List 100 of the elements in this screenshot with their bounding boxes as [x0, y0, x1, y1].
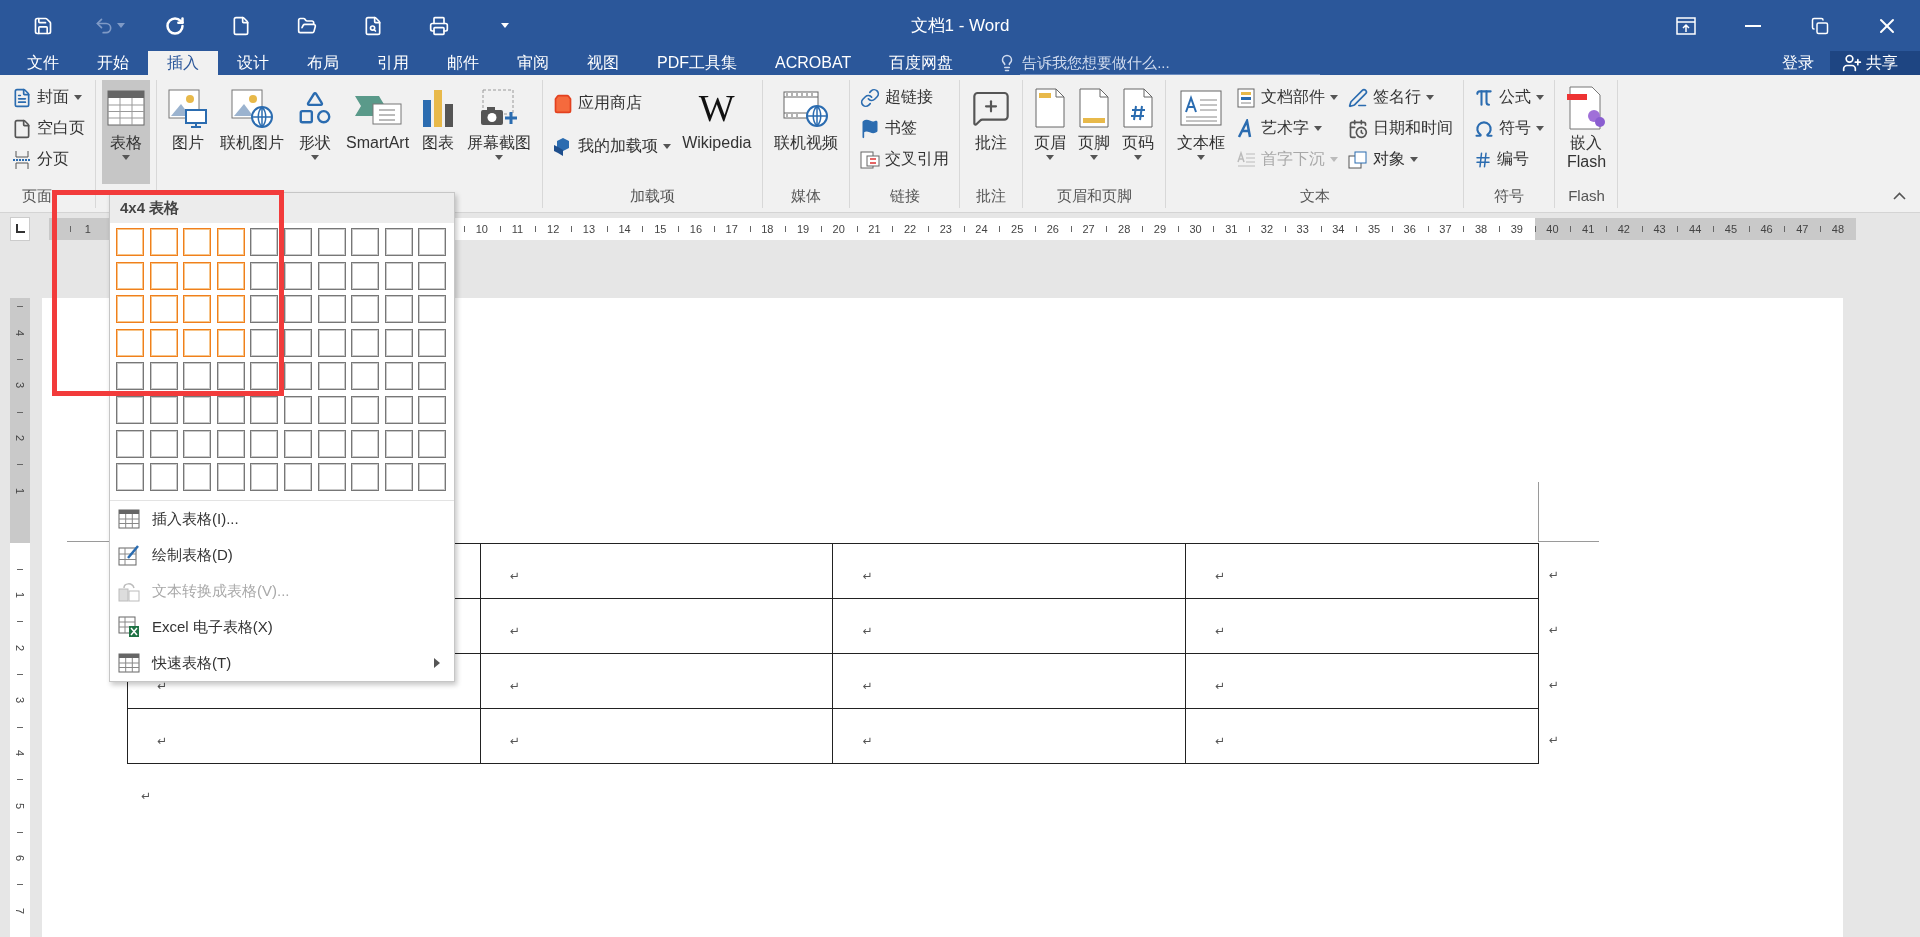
grid-cell[interactable] [418, 362, 447, 391]
grid-cell[interactable] [250, 395, 279, 424]
grid-cell[interactable] [149, 429, 178, 458]
grid-cell[interactable] [116, 395, 144, 424]
ribbon-button[interactable]: 页码 [1117, 80, 1160, 185]
grid-cell[interactable] [317, 328, 346, 357]
grid-cell[interactable] [418, 429, 447, 458]
ribbon-button[interactable]: 交叉引用 [856, 144, 954, 176]
grid-cell[interactable] [418, 228, 447, 256]
grid-cell[interactable] [317, 362, 346, 391]
ribbon-tab[interactable]: 引用 [358, 51, 428, 76]
grid-cell[interactable] [384, 395, 413, 424]
ribbon-tab[interactable]: 视图 [568, 51, 638, 76]
grid-cell[interactable] [250, 228, 279, 256]
grid-cell[interactable] [351, 463, 380, 492]
ribbon-button[interactable]: 批注 [966, 80, 1017, 185]
grid-cell[interactable] [351, 328, 380, 357]
grid-cell[interactable] [183, 328, 212, 357]
ribbon-button[interactable]: 联机视频 [769, 80, 844, 185]
grid-cell[interactable] [283, 261, 312, 290]
grid-cell[interactable] [283, 228, 312, 256]
grid-cell[interactable] [351, 295, 380, 324]
grid-cell[interactable] [149, 362, 178, 391]
grid-cell[interactable] [116, 228, 144, 256]
ribbon-button[interactable]: 签名行 [1344, 82, 1458, 114]
grid-cell[interactable] [250, 261, 279, 290]
ribbon-tab[interactable]: 开始 [78, 51, 148, 76]
grid-cell[interactable] [183, 228, 212, 256]
grid-cell[interactable] [216, 463, 245, 492]
grid-cell[interactable] [149, 463, 178, 492]
grid-cell[interactable] [384, 328, 413, 357]
ribbon-button[interactable]: 联机图片 [215, 80, 289, 185]
grid-cell[interactable] [183, 429, 212, 458]
grid-cell[interactable] [351, 362, 380, 391]
ribbon-button[interactable]: 日期和时间 [1344, 113, 1458, 145]
grid-cell[interactable] [418, 463, 447, 492]
ribbon-tab[interactable]: 百度网盘 [870, 51, 973, 76]
grid-cell[interactable] [283, 429, 312, 458]
grid-cell[interactable] [183, 295, 212, 324]
grid-cell[interactable] [149, 261, 178, 290]
grid-cell[interactable] [317, 429, 346, 458]
ribbon-button[interactable]: 符号 [1470, 113, 1549, 145]
grid-cell[interactable] [250, 295, 279, 324]
grid-cell[interactable] [317, 295, 346, 324]
grid-cell[interactable] [283, 328, 312, 357]
ribbon-button[interactable]: 公式 [1470, 82, 1549, 114]
grid-cell[interactable] [351, 261, 380, 290]
ribbon-tab[interactable]: 文件 [8, 51, 78, 76]
ribbon-button[interactable]: 形状 [291, 80, 339, 185]
ribbon-button[interactable]: 屏幕截图 [462, 80, 537, 185]
grid-cell[interactable] [283, 362, 312, 391]
ribbon-button[interactable]: 编号 [1470, 144, 1549, 176]
grid-cell[interactable] [116, 362, 144, 391]
grid-cell[interactable] [183, 261, 212, 290]
ribbon-button[interactable]: 文本框 [1172, 80, 1231, 185]
grid-cell[interactable] [351, 228, 380, 256]
menu-item[interactable]: 插入表格(I)... [110, 501, 454, 538]
grid-cell[interactable] [317, 228, 346, 256]
grid-cell[interactable] [384, 295, 413, 324]
ribbon-button[interactable]: 书签 [856, 113, 954, 145]
grid-cell[interactable] [216, 261, 245, 290]
grid-cell[interactable] [250, 328, 279, 357]
tab-selector[interactable] [10, 216, 30, 241]
grid-cell[interactable] [250, 362, 279, 391]
grid-cell[interactable] [183, 395, 212, 424]
ribbon-button[interactable]: 空白页 [8, 113, 89, 145]
ribbon-tab[interactable]: ACROBAT [756, 51, 871, 76]
menu-item[interactable]: 绘制表格(D) [110, 537, 454, 574]
grid-cell[interactable] [283, 395, 312, 424]
grid-cell[interactable] [384, 261, 413, 290]
grid-cell[interactable] [250, 463, 279, 492]
grid-cell[interactable] [216, 328, 245, 357]
grid-cell[interactable] [351, 395, 380, 424]
grid-cell[interactable] [384, 429, 413, 458]
ribbon-button[interactable]: 分页 [8, 144, 89, 176]
grid-cell[interactable] [317, 261, 346, 290]
ribbon-tab[interactable]: 设计 [218, 51, 288, 76]
grid-cell[interactable] [384, 463, 413, 492]
ribbon-tab[interactable]: 插入 [148, 51, 218, 76]
tell-me-field[interactable]: 告诉我您想要做什么... [1020, 51, 1321, 76]
ribbon-button[interactable]: 页眉 [1029, 80, 1072, 185]
grid-cell[interactable] [317, 463, 346, 492]
grid-cell[interactable] [116, 429, 144, 458]
ribbon-button[interactable]: 嵌入 Flash [1561, 80, 1612, 185]
grid-cell[interactable] [149, 228, 178, 256]
grid-cell[interactable] [183, 463, 212, 492]
grid-cell[interactable] [283, 295, 312, 324]
grid-cell[interactable] [418, 261, 447, 290]
sign-in-link[interactable]: 登录 [1766, 51, 1830, 76]
grid-cell[interactable] [250, 429, 279, 458]
ribbon-button[interactable]: 应用商店 [549, 88, 676, 120]
menu-item[interactable]: Excel 电子表格(X) [110, 609, 454, 646]
grid-cell[interactable] [351, 429, 380, 458]
ribbon-tab[interactable]: 邮件 [428, 51, 498, 76]
grid-cell[interactable] [216, 228, 245, 256]
grid-cell[interactable] [149, 295, 178, 324]
ribbon-button[interactable]: 图片 [163, 80, 213, 185]
grid-cell[interactable] [216, 295, 245, 324]
grid-cell[interactable] [384, 362, 413, 391]
ribbon-button[interactable]: 我的加载项 [549, 131, 676, 163]
